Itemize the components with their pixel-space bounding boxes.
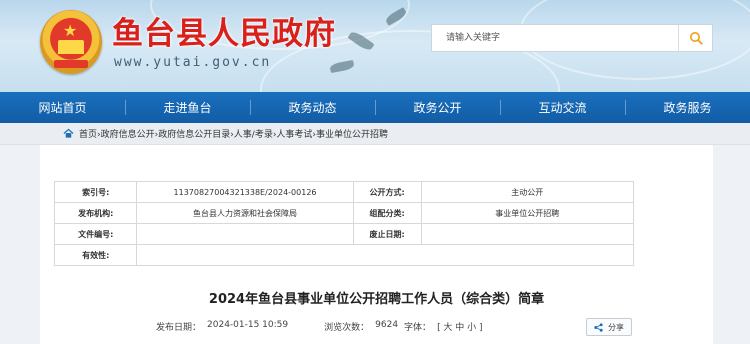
nav-item-home[interactable]: 网站首页 xyxy=(0,92,125,123)
site-url: www.yutai.gov.cn xyxy=(114,55,272,70)
article-container: 索引号: 11370827004321338E/2024-00126 公开方式:… xyxy=(40,145,713,344)
info-table: 索引号: 11370827004321338E/2024-00126 公开方式:… xyxy=(53,181,635,266)
nav-item-services[interactable]: 政务服务 xyxy=(625,92,750,123)
table-row: 发布机构: 鱼台县人力资源和社会保障局 组配分类: 事业单位公开招聘 xyxy=(53,202,635,224)
issuer-label: 发布机构: xyxy=(53,202,138,224)
article-title: 2024年鱼台县事业单位公开招聘工作人员（综合类）简章 xyxy=(208,292,545,307)
docno-value xyxy=(136,223,354,245)
font-label: 字体： xyxy=(404,323,432,333)
share-icon xyxy=(594,322,603,332)
method-value: 主动公开 xyxy=(420,181,635,203)
validity-value xyxy=(136,244,634,266)
font-size-selector[interactable]: [ 大 中 小 ] xyxy=(437,320,482,333)
nav-item-disclosure[interactable]: 政务公开 xyxy=(375,92,500,123)
category-value: 事业单位公开招聘 xyxy=(420,202,635,224)
index-label: 索引号: xyxy=(53,181,138,203)
home-icon xyxy=(63,128,74,138)
views-label: 浏览次数： xyxy=(324,323,370,333)
breadcrumb-path[interactable]: 首页›政府信息公开›政府信息公开目录›人事/考录›人事考试›事业单位公开招聘 xyxy=(79,127,388,140)
share-button[interactable]: 分享 xyxy=(586,318,632,336)
views-value: 9624 xyxy=(375,320,399,330)
site-header: ★ 鱼台县人民政府 www.yutai.gov.cn xyxy=(0,0,750,92)
breadcrumb: 首页›政府信息公开›政府信息公开目录›人事/考录›人事考试›事业单位公开招聘 xyxy=(0,123,750,145)
nav-item-interaction[interactable]: 互动交流 xyxy=(500,92,625,123)
abolish-value xyxy=(420,223,635,245)
category-label: 组配分类: xyxy=(352,202,422,224)
table-row: 文件编号: 废止日期: xyxy=(53,223,635,245)
article-meta: 发布日期： 2024-01-15 10:59 浏览次数： 9624 字体： [ … xyxy=(156,320,483,333)
search-box xyxy=(431,24,713,52)
docno-label: 文件编号: xyxy=(53,223,138,245)
share-label: 分享 xyxy=(608,322,624,332)
nav-item-about[interactable]: 走进鱼台 xyxy=(125,92,250,123)
table-row: 有效性: xyxy=(53,244,634,266)
search-icon xyxy=(689,32,703,45)
method-label: 公开方式: xyxy=(352,181,422,203)
date-label: 发布日期： xyxy=(156,323,202,333)
issuer-value: 鱼台县人力资源和社会保障局 xyxy=(136,202,354,224)
table-row: 索引号: 11370827004321338E/2024-00126 公开方式:… xyxy=(53,181,635,203)
national-emblem-icon: ★ xyxy=(40,10,102,74)
site-title[interactable]: 鱼台县人民政府 xyxy=(112,14,336,54)
nav-item-news[interactable]: 政务动态 xyxy=(250,92,375,123)
validity-label: 有效性: xyxy=(53,244,138,266)
date-value: 2024-01-15 10:59 xyxy=(207,320,289,330)
main-nav: 网站首页 走进鱼台 政务动态 政务公开 互动交流 政务服务 xyxy=(0,92,750,123)
search-input[interactable] xyxy=(432,25,678,51)
abolish-label: 废止日期: xyxy=(352,223,422,245)
search-button[interactable] xyxy=(678,25,712,51)
index-value: 11370827004321338E/2024-00126 xyxy=(136,181,354,203)
